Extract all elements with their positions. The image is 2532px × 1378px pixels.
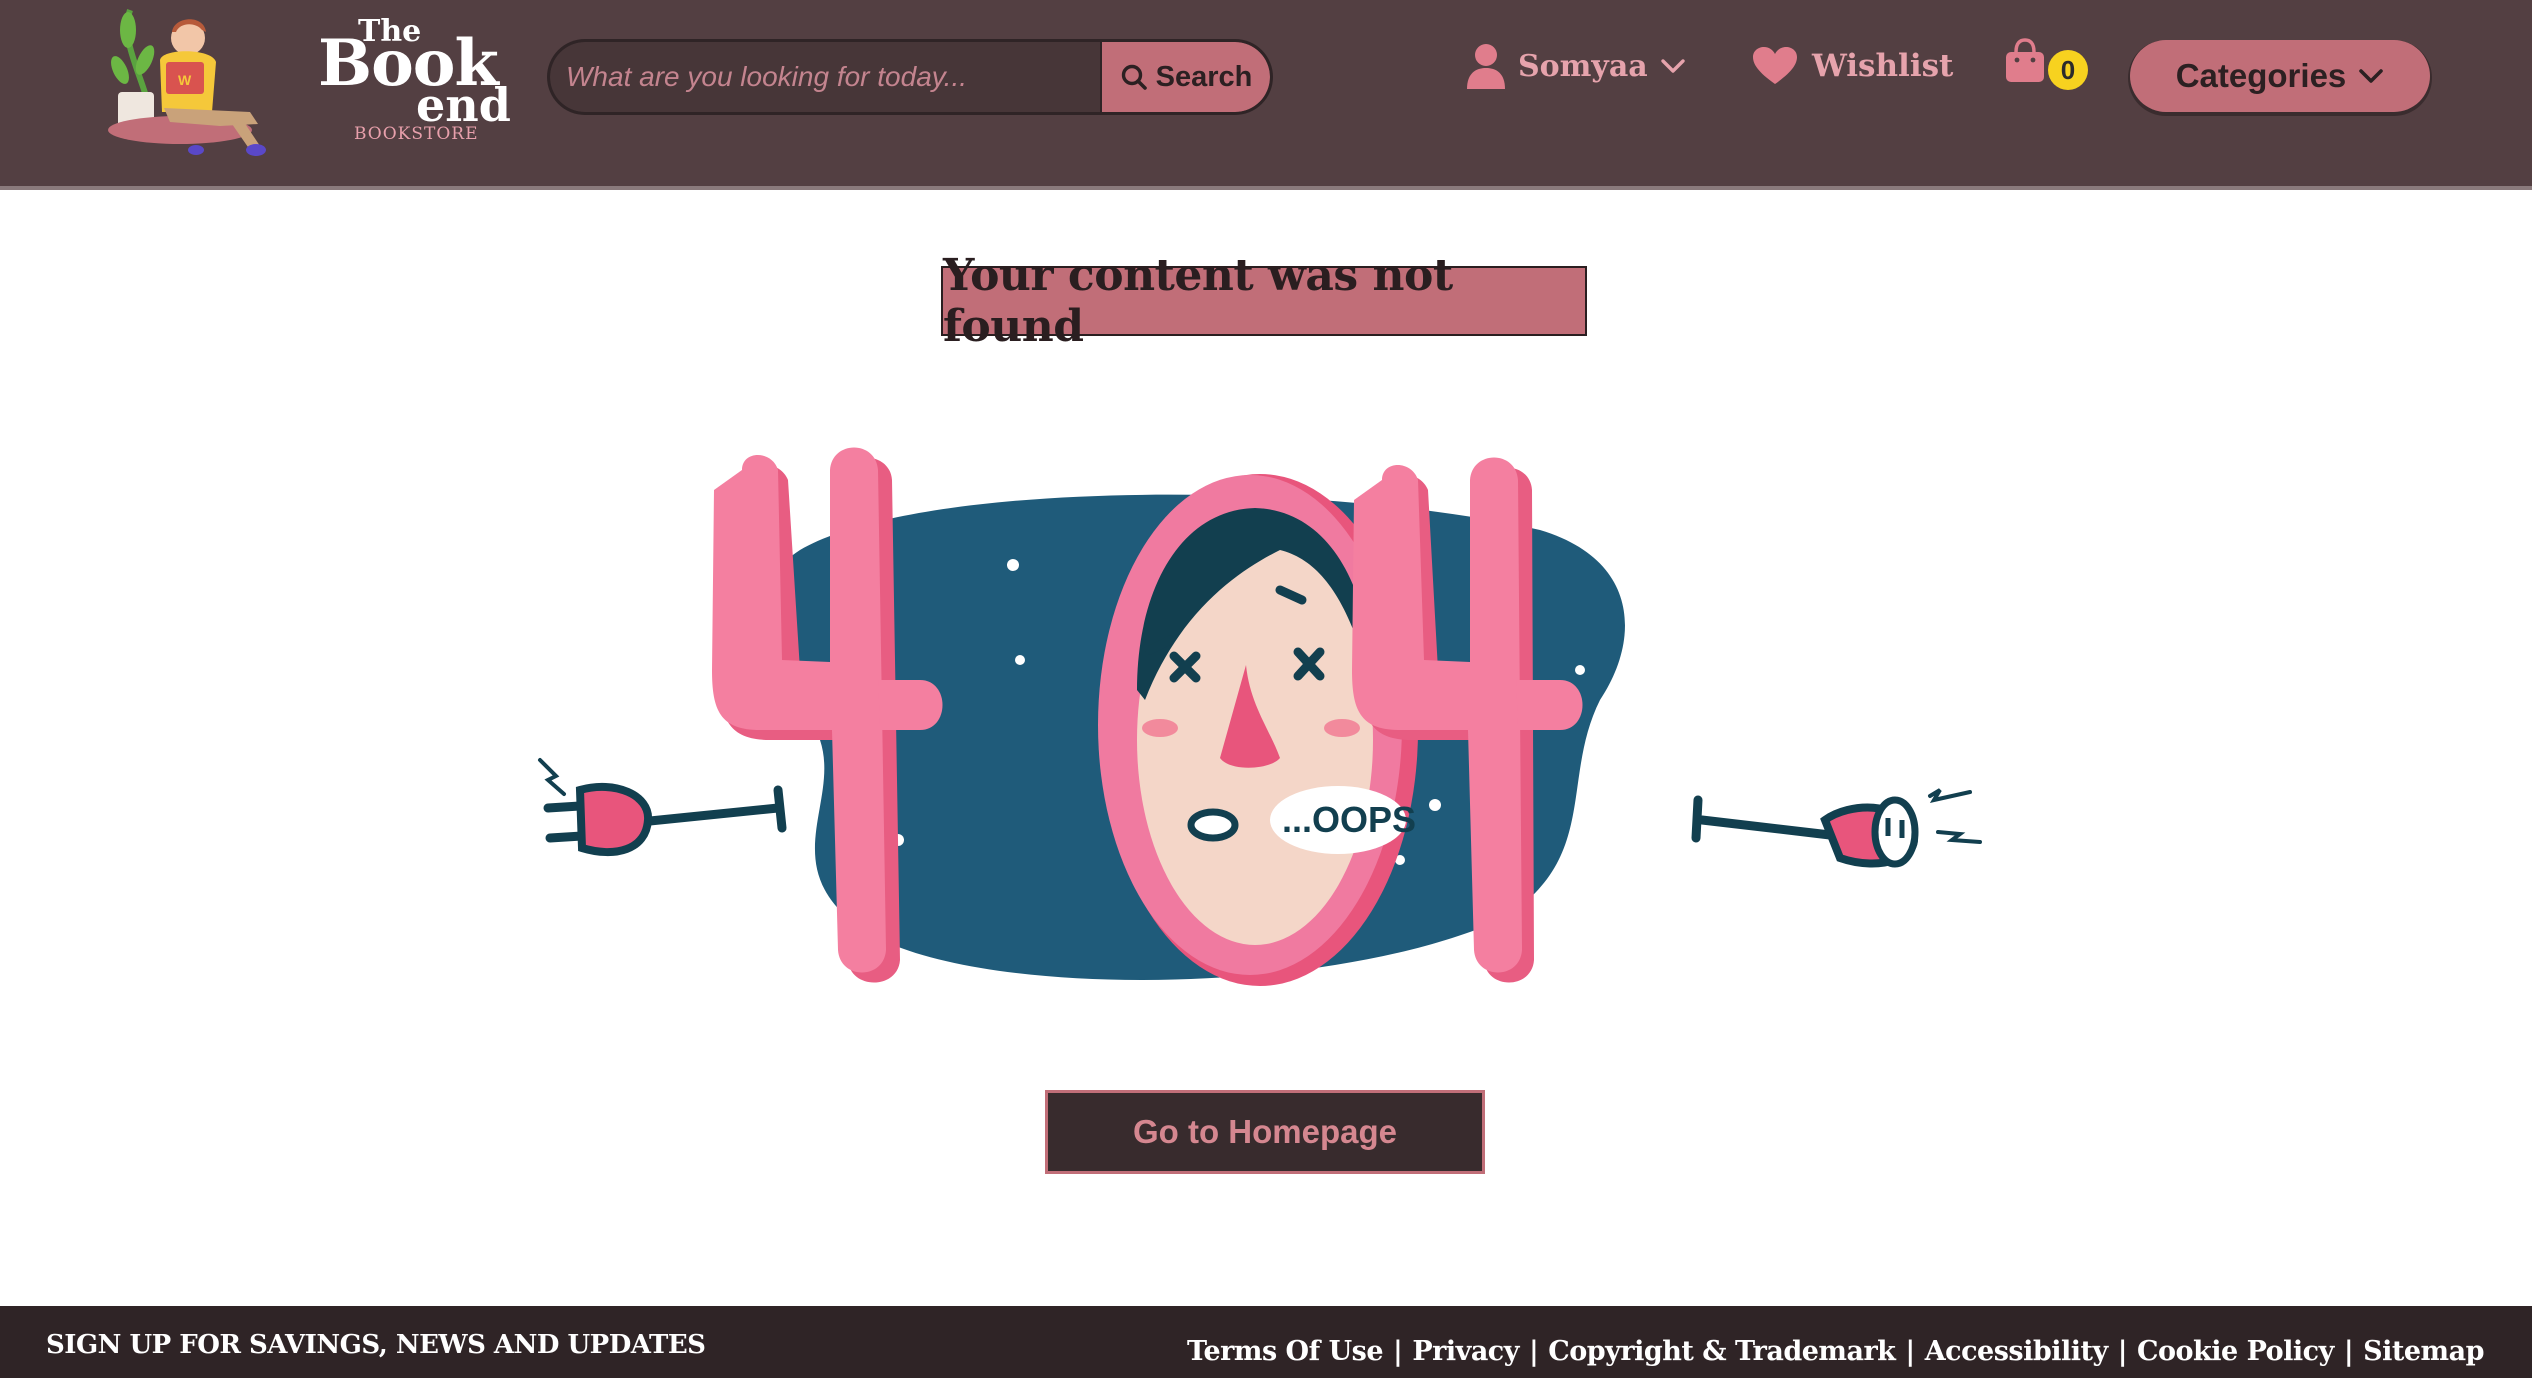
oops-text: ...OOPS — [1282, 799, 1416, 840]
search-button-label: Search — [1155, 60, 1253, 93]
footer-link-accessibility[interactable]: Accessibility — [1925, 1336, 2108, 1367]
footer-link-cookie-policy[interactable]: Cookie Policy — [2137, 1336, 2334, 1367]
footer-link-copyright[interactable]: Copyright & Trademark — [1548, 1336, 1896, 1367]
wishlist-label: Wishlist — [1812, 48, 1954, 84]
search-input[interactable] — [550, 42, 1100, 112]
logo-text-bookstore: BOOKSTORE — [354, 124, 479, 144]
chevron-down-icon — [2359, 69, 2384, 83]
go-to-homepage-button[interactable]: Go to Homepage — [1045, 1090, 1485, 1174]
search-button[interactable]: Search — [1102, 42, 1270, 112]
footer-separator: | — [1528, 1336, 1539, 1367]
newsletter-signup-link[interactable]: SIGN UP FOR SAVINGS, NEWS AND UPDATES — [46, 1330, 706, 1360]
shopping-bag-icon — [2006, 38, 2044, 82]
footer-link-terms[interactable]: Terms Of Use — [1187, 1336, 1384, 1367]
cart-button[interactable]: 0 — [2004, 38, 2094, 98]
left-plug — [538, 758, 787, 843]
categories-dropdown[interactable]: Categories — [2130, 40, 2430, 112]
header-divider — [0, 186, 2532, 190]
cart-count-badge: 0 — [2048, 50, 2088, 90]
page-title: Your content was not found — [941, 250, 1587, 352]
chevron-down-icon — [1661, 59, 1685, 73]
reading-person-illustration: W — [108, 9, 266, 156]
user-menu[interactable]: Somyaa — [1466, 36, 1686, 96]
svg-text:W: W — [178, 72, 192, 88]
site-footer: SIGN UP FOR SAVINGS, NEWS AND UPDATES Te… — [0, 1306, 2532, 1378]
user-name: Somyaa — [1518, 48, 1648, 84]
footer-separator: | — [1905, 1336, 1915, 1367]
user-icon — [1467, 44, 1505, 89]
footer-link-privacy[interactable]: Privacy — [1412, 1336, 1519, 1367]
footer-separator: | — [2117, 1336, 2128, 1367]
brand-logo[interactable]: W The Book end BOOKSTORE — [100, 0, 511, 165]
search-icon — [1121, 64, 1147, 90]
footer-separator: | — [2343, 1336, 2354, 1367]
footer-links: Terms Of Use | Privacy | Copyright & Tra… — [1187, 1336, 2485, 1367]
heart-icon — [1753, 47, 1797, 84]
404-unplugged-image: ...OOPS — [538, 447, 1982, 986]
search-bar: Search — [550, 42, 1270, 112]
404-illustration: ...OOPS — [520, 440, 2020, 1000]
wishlist-link[interactable]: Wishlist — [1752, 36, 1953, 96]
categories-label: Categories — [2175, 57, 2347, 94]
footer-separator: | — [1393, 1336, 1403, 1367]
site-header: W The Book end BOOKSTORE Search Somyaa — [0, 0, 2532, 186]
footer-link-sitemap[interactable]: Sitemap — [2363, 1336, 2484, 1367]
